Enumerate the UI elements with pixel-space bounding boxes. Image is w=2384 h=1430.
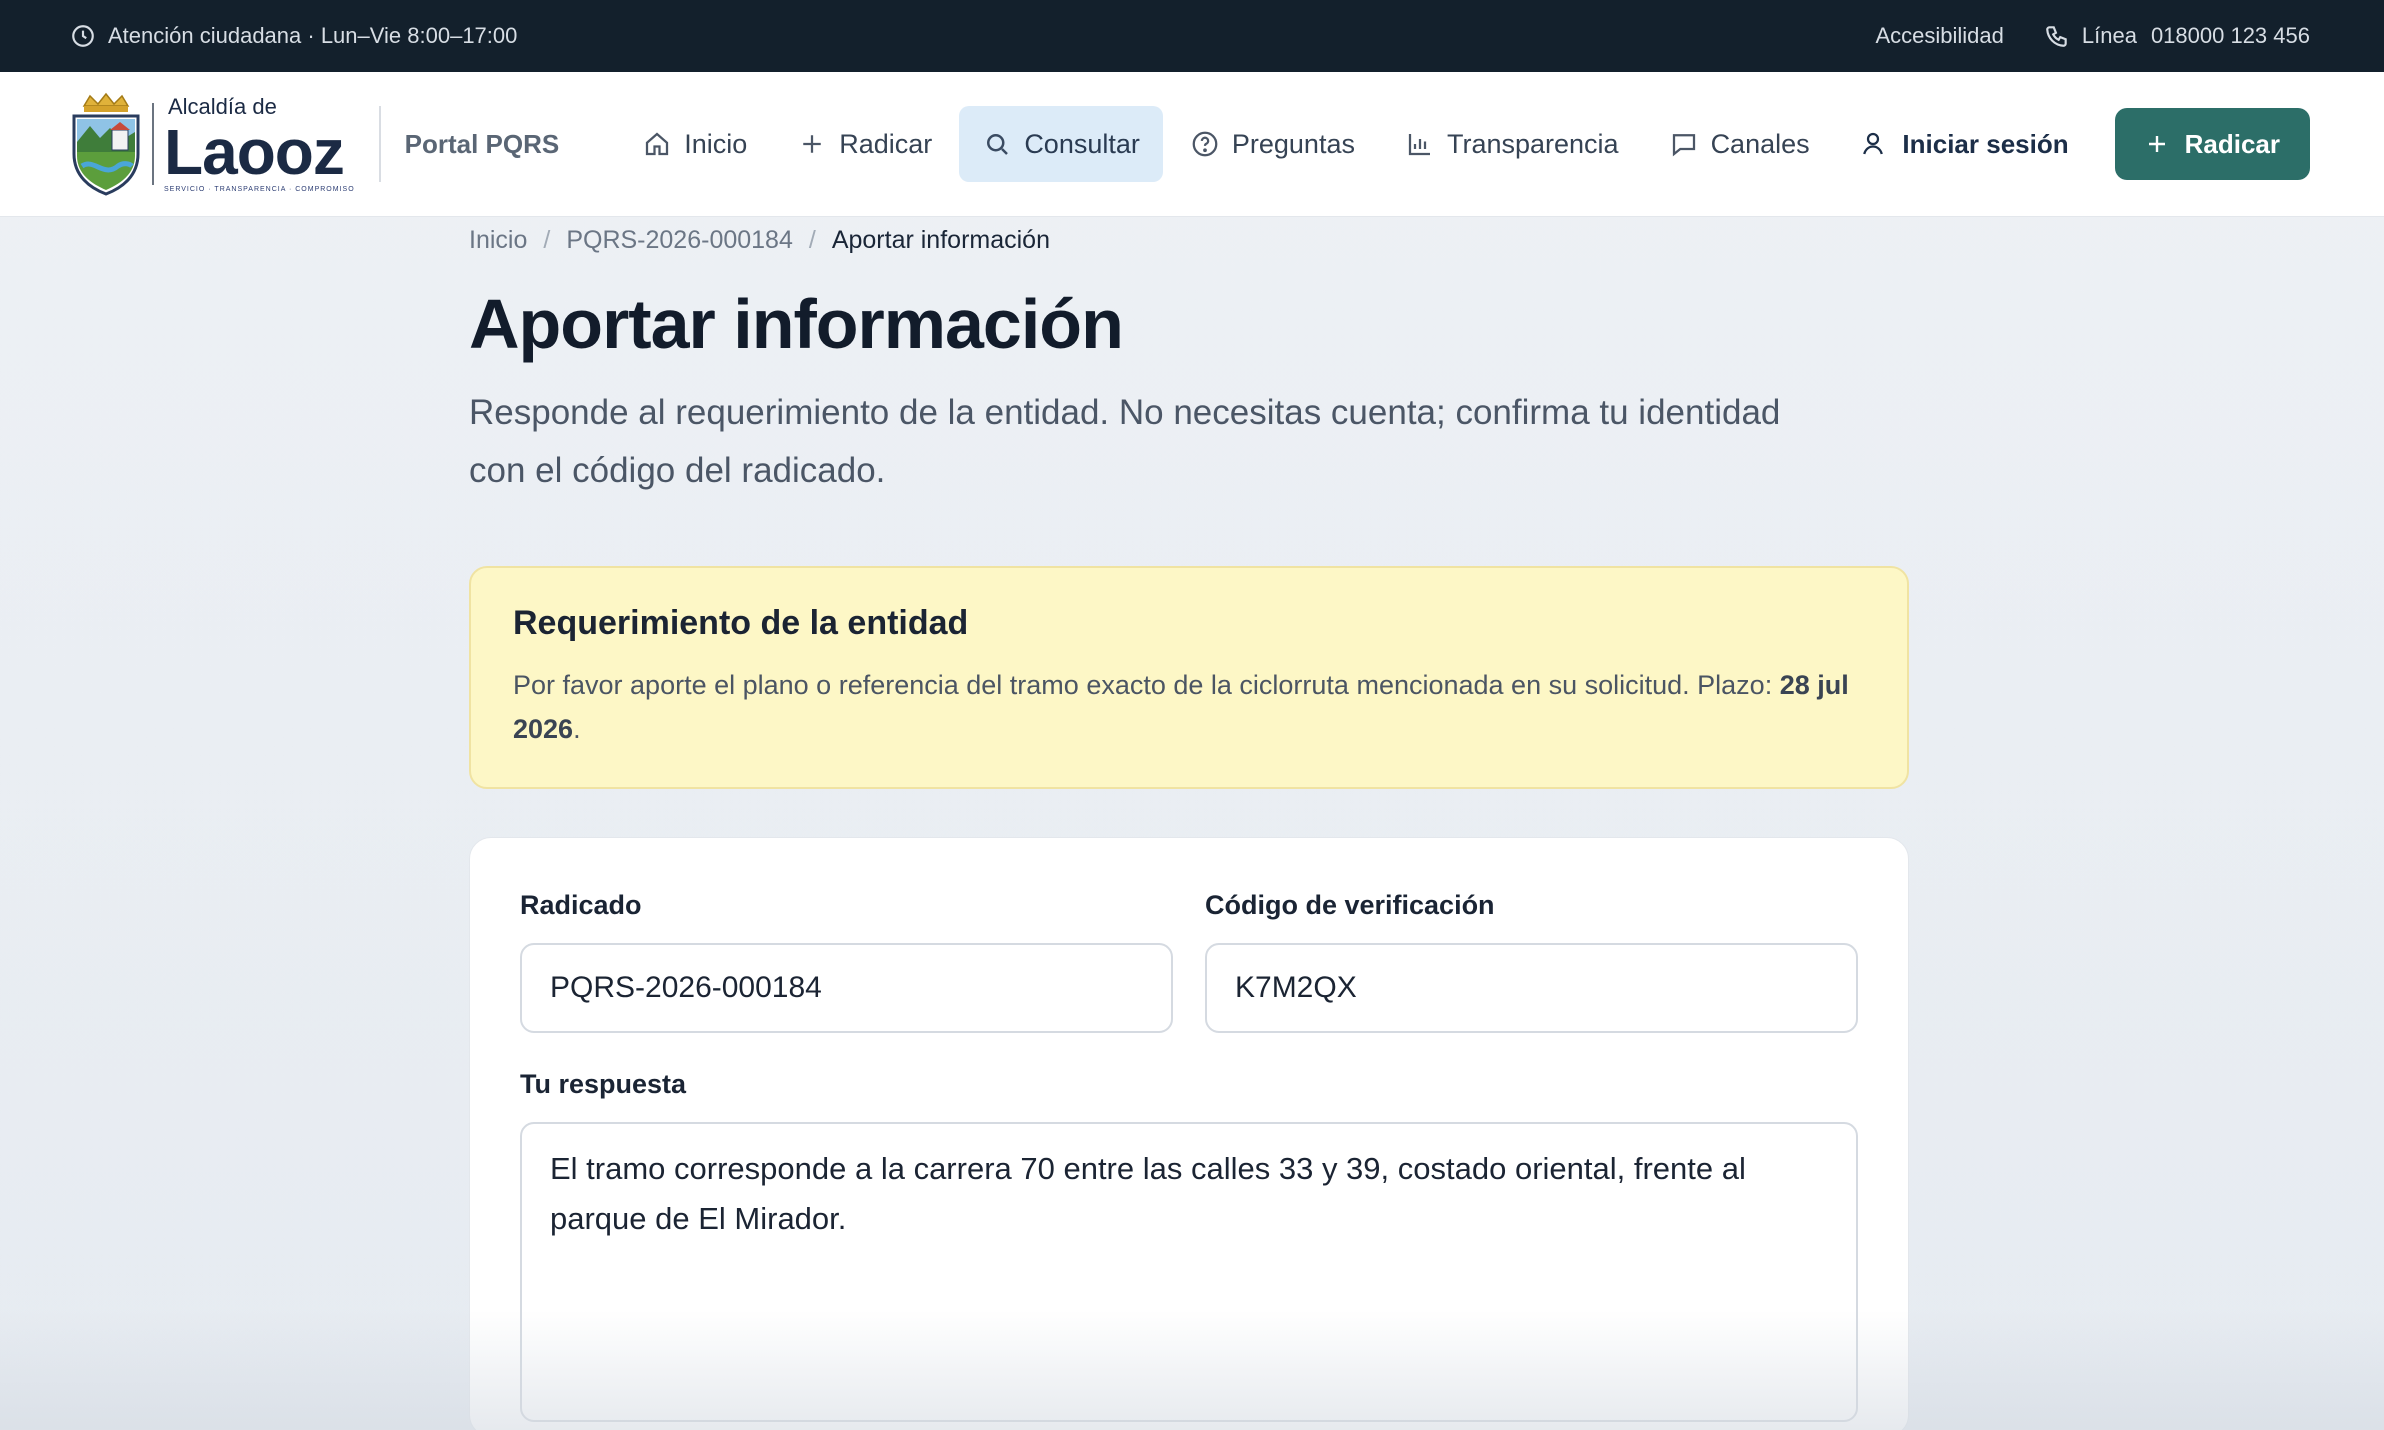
nav-item-transparencia[interactable]: Transparencia — [1382, 106, 1642, 182]
nav-label: Consultar — [1024, 128, 1140, 159]
notice-end: . — [573, 714, 581, 744]
nav-label: Canales — [1710, 128, 1810, 159]
bar-chart-icon — [1405, 129, 1435, 159]
response-textarea[interactable]: El tramo corresponde a la carrera 70 ent… — [520, 1122, 1858, 1422]
page-title: Aportar información — [469, 285, 1124, 363]
phone-label: Línea — [2081, 23, 2137, 48]
nav-item-inicio[interactable]: Inicio — [619, 106, 770, 182]
nav-item-canales[interactable]: Canales — [1646, 106, 1833, 182]
radicado-label: Radicado — [520, 890, 642, 920]
verification-code-field[interactable]: K7M2QX — [1205, 943, 1858, 1033]
breadcrumb-radicado[interactable]: PQRS-2026-000184 — [566, 226, 793, 255]
site-header: Alcaldía de Laooz SERVICIO · TRANSPARENC… — [0, 72, 2384, 217]
radicar-cta-button[interactable]: Radicar — [2114, 108, 2310, 180]
office-hours: Atención ciudadana · Lun–Vie 8:00–17:00 — [70, 23, 517, 49]
verification-code-label: Código de verificación — [1205, 890, 1495, 920]
chat-icon — [1669, 129, 1699, 159]
verification-code-value: K7M2QX — [1235, 971, 1357, 1004]
user-icon — [1858, 129, 1888, 159]
brand-tagline: SERVICIO · TRANSPARENCIA · COMPROMISO — [164, 185, 355, 193]
nav-label: Preguntas — [1231, 128, 1355, 159]
brand-name: Laooz — [164, 115, 345, 188]
login-label: Iniciar sesión — [1902, 128, 2069, 159]
page-lead: Responde al requerimiento de la entidad.… — [469, 393, 1781, 490]
coat-of-arms-icon — [72, 92, 140, 196]
utility-bar: Atención ciudadana · Lun–Vie 8:00–17:00 … — [0, 0, 2384, 72]
response-form: Radicado PQRS-2026-000184 Código de veri… — [469, 837, 1909, 1430]
brand-logo[interactable]: Alcaldía de Laooz SERVICIO · TRANSPARENC… — [70, 92, 355, 196]
main-nav: Inicio Radicar Consultar Preguntas Trans… — [619, 106, 1858, 182]
plus-icon — [797, 129, 827, 159]
clock-icon — [70, 23, 96, 49]
phone-icon — [2044, 23, 2070, 49]
entity-requirement-notice: Requerimiento de la entidad Por favor ap… — [469, 566, 1909, 789]
response-value: El tramo corresponde a la carrera 70 ent… — [550, 1151, 1746, 1236]
office-hours-text: Atención ciudadana · Lun–Vie 8:00–17:00 — [108, 23, 518, 48]
nav-label: Transparencia — [1446, 128, 1619, 159]
login-button[interactable]: Iniciar sesión — [1858, 128, 2069, 160]
brand-divider — [378, 106, 381, 182]
main-content: Inicio / PQRS-2026-000184 / Aportar info… — [469, 218, 1909, 1430]
notice-title: Requerimiento de la entidad — [513, 604, 969, 642]
portal-name: Portal PQRS — [404, 128, 560, 159]
breadcrumb-inicio[interactable]: Inicio — [469, 226, 527, 255]
nav-label: Inicio — [684, 128, 748, 159]
plus-icon — [2145, 132, 2169, 156]
breadcrumb-current: Aportar información — [831, 225, 1050, 254]
notice-body: Por favor aporte el plano o referencia d… — [513, 663, 1865, 751]
response-label: Tu respuesta — [520, 1069, 687, 1099]
nav-label: Radicar — [839, 128, 933, 159]
help-circle-icon — [1190, 129, 1220, 159]
accessibility-link[interactable]: Accesibilidad — [1875, 23, 2003, 49]
notice-text: Por favor aporte el plano o referencia d… — [513, 670, 1780, 700]
nav-item-consultar[interactable]: Consultar — [959, 106, 1163, 182]
cta-label: Radicar — [2184, 128, 2280, 159]
home-icon — [642, 129, 672, 159]
search-icon — [982, 129, 1012, 159]
nav-item-radicar[interactable]: Radicar — [774, 106, 955, 182]
breadcrumb: Inicio / PQRS-2026-000184 / Aportar info… — [469, 225, 1050, 255]
radicado-field[interactable]: PQRS-2026-000184 — [520, 943, 1173, 1033]
nav-item-preguntas[interactable]: Preguntas — [1167, 106, 1378, 182]
brand-prefix: Alcaldía de — [168, 93, 277, 119]
phone-number[interactable]: 018000 123 456 — [2151, 23, 2310, 49]
radicado-value: PQRS-2026-000184 — [550, 971, 822, 1004]
